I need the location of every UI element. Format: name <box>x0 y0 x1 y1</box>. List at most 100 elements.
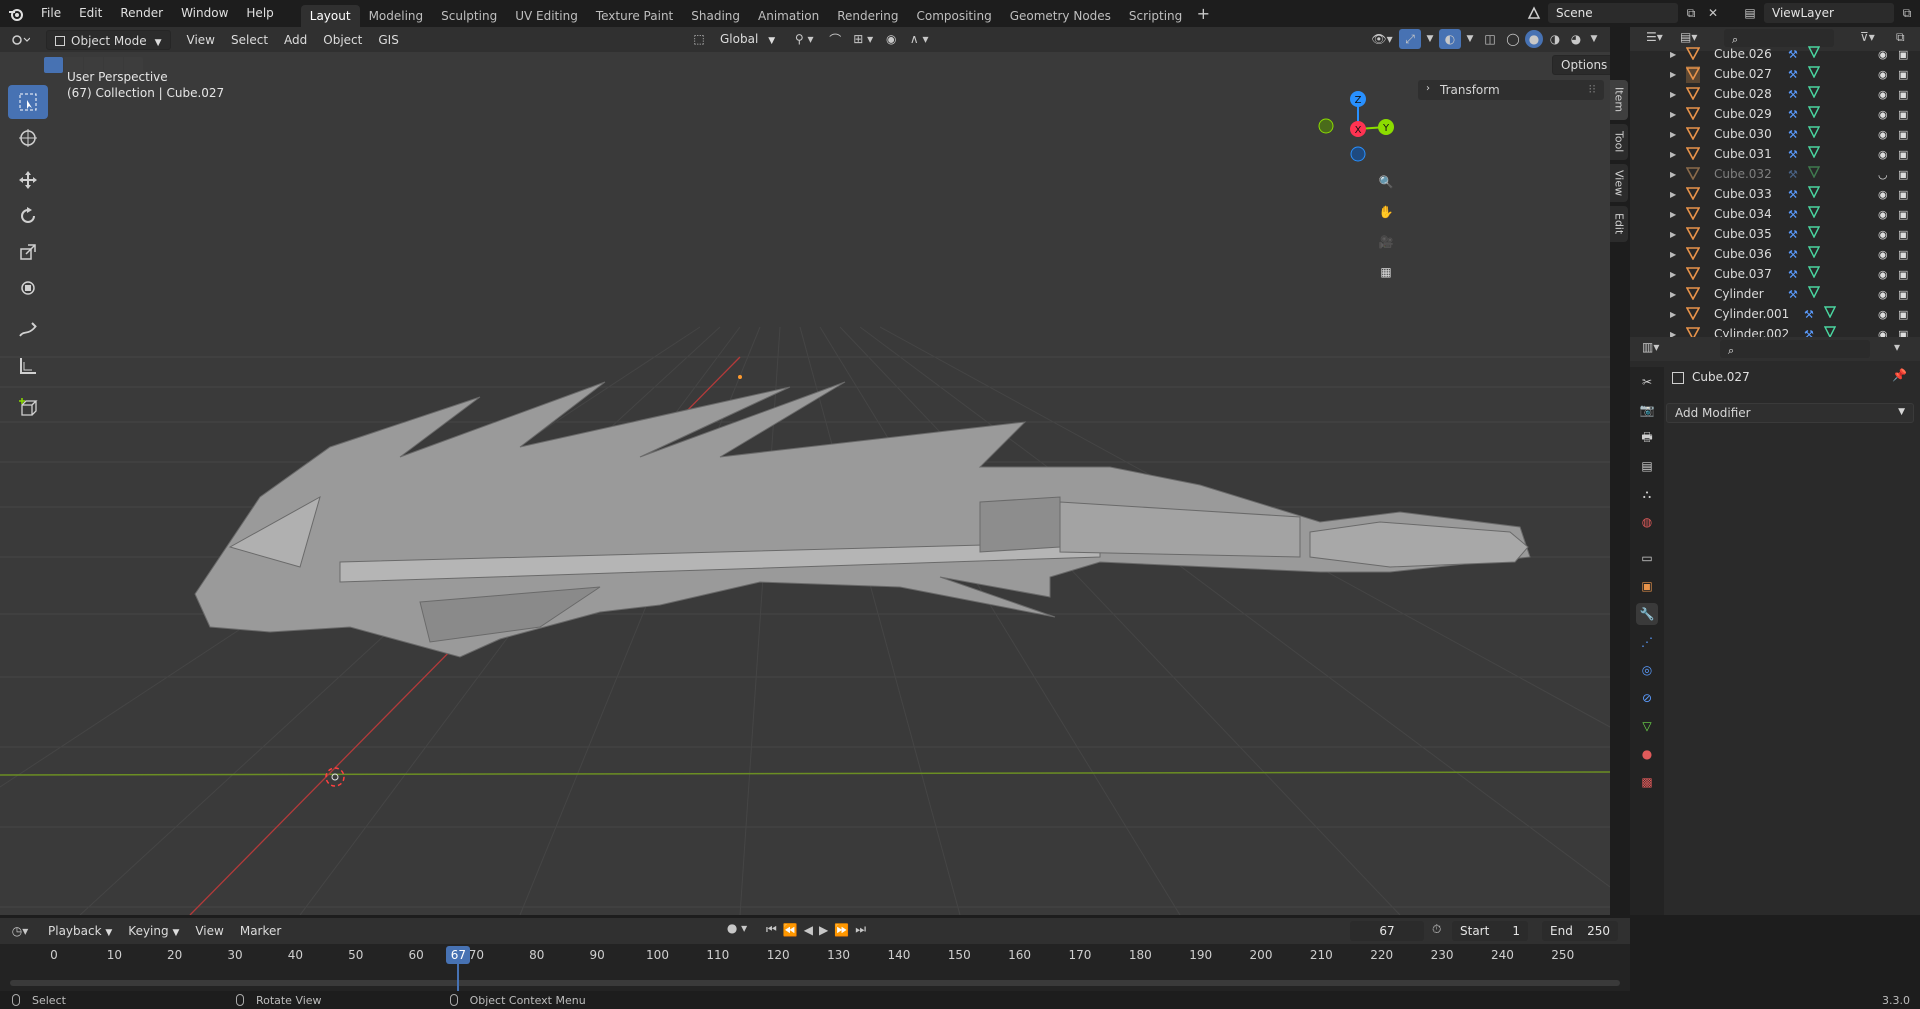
mesh-data-icon[interactable] <box>1823 306 1837 321</box>
jump-keyframe-back-icon[interactable]: ⏪ <box>783 922 798 937</box>
outliner-row[interactable]: ▶ Cube.032 ⚒ ◡ ▣ <box>1630 164 1920 184</box>
eye-icon[interactable]: ◉ <box>1878 188 1888 201</box>
expand-arrow-icon[interactable]: ▶ <box>1670 270 1676 279</box>
outliner-item-name[interactable]: Cube.032 <box>1714 167 1772 181</box>
expand-arrow-icon[interactable]: ▶ <box>1670 90 1676 99</box>
modifier-wrench-icon[interactable]: ⚒ <box>1804 308 1814 321</box>
tab-modeling[interactable]: Modeling <box>360 5 433 27</box>
camera-render-icon[interactable]: ▣ <box>1898 188 1908 201</box>
tab-geometry-nodes[interactable]: Geometry Nodes <box>1001 5 1120 27</box>
expand-arrow-icon[interactable]: ▶ <box>1670 50 1676 59</box>
mesh-data-icon[interactable] <box>1823 326 1837 337</box>
view-layer-field[interactable]: ViewLayer <box>1764 3 1894 23</box>
menu-keying[interactable]: Keying ▼ <box>120 921 187 941</box>
outliner-item-name[interactable]: Cube.026 <box>1714 47 1772 61</box>
display-mode-icon[interactable]: ▤▾ <box>1680 30 1697 44</box>
jump-keyframe-forward-icon[interactable]: ⏩ <box>834 922 849 937</box>
jump-start-icon[interactable]: ⏮ <box>766 922 777 937</box>
tab-sculpting[interactable]: Sculpting <box>432 5 506 27</box>
modifier-wrench-icon[interactable]: ⚒ <box>1788 248 1798 261</box>
outliner-row[interactable]: ▶ Cube.034 ⚒ ◉ ▣ <box>1630 204 1920 224</box>
eye-icon[interactable]: ◉ <box>1878 228 1888 241</box>
outliner-item-name[interactable]: Cube.030 <box>1714 127 1772 141</box>
modifier-tab-icon[interactable]: 🔧 <box>1636 603 1658 625</box>
modifier-wrench-icon[interactable]: ⚒ <box>1788 68 1798 81</box>
outliner-item-name[interactable]: Cube.033 <box>1714 187 1772 201</box>
menu-marker[interactable]: Marker <box>232 921 289 941</box>
auto-keying-icon[interactable]: ● ▾ <box>720 921 754 935</box>
measure-tool[interactable] <box>8 349 48 383</box>
menu-timeline-view[interactable]: View <box>187 921 231 941</box>
render-tab-icon[interactable]: 📷 <box>1636 399 1658 421</box>
mesh-data-icon[interactable] <box>1807 166 1821 181</box>
menu-help[interactable]: Help <box>237 0 282 27</box>
eye-icon[interactable]: ◉ <box>1878 268 1888 281</box>
eye-icon[interactable]: ◉ <box>1878 288 1888 301</box>
modifier-wrench-icon[interactable]: ⚒ <box>1788 288 1798 301</box>
zoom-view-button[interactable]: 🔍 <box>1373 169 1399 195</box>
eye-closed-icon[interactable]: ◡ <box>1878 168 1888 181</box>
texture-tab-icon[interactable]: ▩ <box>1636 771 1658 793</box>
outliner-row[interactable]: ▶ Cube.035 ⚒ ◉ ▣ <box>1630 224 1920 244</box>
outliner-item-name[interactable]: Cylinder <box>1714 287 1764 301</box>
tab-shading[interactable]: Shading <box>682 5 749 27</box>
tab-rendering[interactable]: Rendering <box>828 5 907 27</box>
properties-editor-type-icon[interactable]: ▥▾ <box>1642 340 1659 354</box>
expand-arrow-icon[interactable]: ▶ <box>1670 130 1676 139</box>
navigation-gizmo[interactable]: Z Y X <box>1310 77 1400 167</box>
menu-file[interactable]: File <box>32 0 70 27</box>
outliner-row[interactable]: ▶ Cube.028 ⚒ ◉ ▣ <box>1630 84 1920 104</box>
preview-range-icon[interactable]: ⏱ <box>1432 922 1441 937</box>
new-collection-icon[interactable]: ⧉ <box>1896 30 1905 45</box>
physics-tab-icon[interactable]: ◎ <box>1636 659 1658 681</box>
menu-edit[interactable]: Edit <box>70 0 111 27</box>
scale-tool[interactable] <box>8 235 48 269</box>
tab-compositing[interactable]: Compositing <box>907 5 1000 27</box>
camera-render-icon[interactable]: ▣ <box>1898 108 1908 121</box>
expand-arrow-icon[interactable]: ▶ <box>1670 210 1676 219</box>
tool-tab-icon[interactable]: ✂ <box>1636 371 1658 393</box>
eye-icon[interactable]: ◉ <box>1878 328 1888 338</box>
modifier-wrench-icon[interactable]: ⚒ <box>1788 268 1798 281</box>
modifier-wrench-icon[interactable]: ⚒ <box>1788 228 1798 241</box>
outliner-item-name[interactable]: Cylinder.001 <box>1714 307 1789 321</box>
outliner-row[interactable]: ▶ Cube.036 ⚒ ◉ ▣ <box>1630 244 1920 264</box>
eye-icon[interactable]: ◉ <box>1878 148 1888 161</box>
camera-render-icon[interactable]: ▣ <box>1898 48 1908 61</box>
camera-render-icon[interactable]: ▣ <box>1898 208 1908 221</box>
modifier-wrench-icon[interactable]: ⚒ <box>1788 148 1798 161</box>
tab-animation[interactable]: Animation <box>749 5 828 27</box>
sidebar-tab-tool[interactable]: Tool <box>1610 124 1628 160</box>
tab-uv-editing[interactable]: UV Editing <box>506 5 587 27</box>
camera-render-icon[interactable]: ▣ <box>1898 128 1908 141</box>
particles-tab-icon[interactable]: ⋰ <box>1636 631 1658 653</box>
timeline-editor-type-icon[interactable]: ◷▾ <box>0 924 40 938</box>
start-frame-field[interactable]: Start 1 <box>1452 921 1528 941</box>
outliner-row[interactable]: ▶ Cylinder ⚒ ◉ ▣ <box>1630 284 1920 304</box>
new-scene-icon[interactable]: ⧉ <box>1682 6 1700 21</box>
scene-icon[interactable] <box>1524 3 1544 23</box>
camera-render-icon[interactable]: ▣ <box>1898 268 1908 281</box>
camera-render-icon[interactable]: ▣ <box>1898 248 1908 261</box>
expand-arrow-icon[interactable]: ▶ <box>1670 170 1676 179</box>
tab-layout[interactable]: Layout <box>300 5 360 27</box>
transform-tool[interactable] <box>8 271 48 305</box>
add-modifier-dropdown[interactable]: Add Modifier ▼ <box>1666 403 1914 423</box>
menu-playback[interactable]: Playback ▼ <box>40 921 120 941</box>
camera-view-button[interactable]: 🎥 <box>1373 229 1399 255</box>
mesh-data-icon[interactable] <box>1807 46 1821 61</box>
camera-render-icon[interactable]: ▣ <box>1898 68 1908 81</box>
mesh-data-icon[interactable] <box>1807 246 1821 261</box>
mesh-data-icon[interactable] <box>1807 206 1821 221</box>
outliner-item-name[interactable]: Cube.037 <box>1714 267 1772 281</box>
camera-render-icon[interactable]: ▣ <box>1898 168 1908 181</box>
play-reverse-icon[interactable]: ◀ <box>804 922 813 937</box>
eye-icon[interactable]: ◉ <box>1878 68 1888 81</box>
playhead-frame-badge[interactable]: 67 <box>446 946 471 964</box>
expand-arrow-icon[interactable]: ▶ <box>1670 70 1676 79</box>
modifier-wrench-icon[interactable]: ⚒ <box>1804 328 1814 338</box>
outliner-item-name[interactable]: Cube.029 <box>1714 107 1772 121</box>
output-tab-icon[interactable]: 🖶 <box>1636 427 1658 449</box>
camera-render-icon[interactable]: ▣ <box>1898 228 1908 241</box>
camera-render-icon[interactable]: ▣ <box>1898 148 1908 161</box>
